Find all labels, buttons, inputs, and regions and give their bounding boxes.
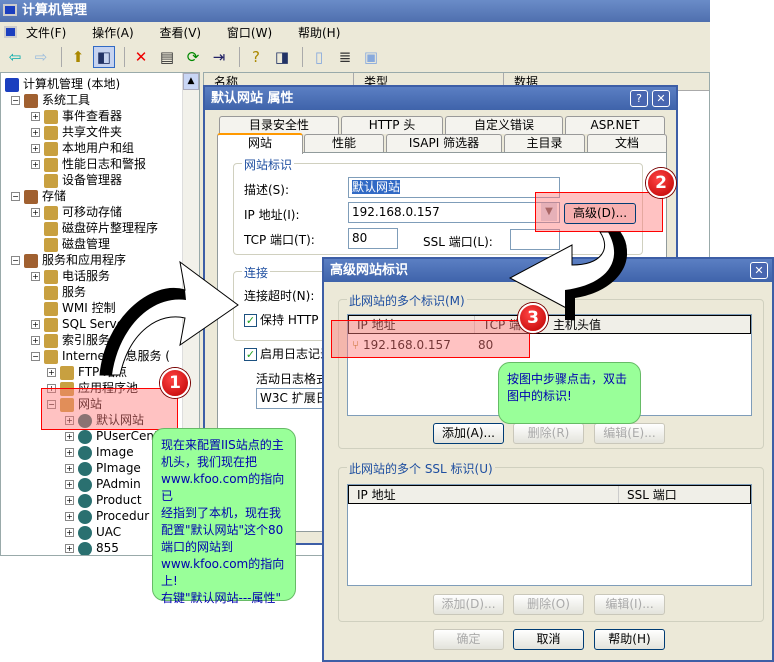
callout-line: www.kfoo.com的指向 xyxy=(161,557,285,571)
callout-bubble-3: 按图中步骤点击，双击 图中的标识! xyxy=(498,362,641,424)
callout-line: 配置"默认网站"这个80 xyxy=(161,523,284,537)
callout-line: 机头，我们现在把 xyxy=(161,455,258,469)
callout-line: 右键"默认网站---属性" xyxy=(161,591,282,605)
highlight-default-website xyxy=(41,388,178,430)
callout-line: 按图中步骤点击，双击 xyxy=(507,372,628,386)
callout-line: 上! xyxy=(161,574,178,588)
callout-line: 现在来配置IIS站点的主 xyxy=(161,438,284,452)
callout-line: 经指到了本机，现在我 xyxy=(161,506,282,520)
step-2-badge: 2 xyxy=(646,168,676,198)
tab-website[interactable]: 网站 xyxy=(217,133,303,154)
step-1-badge: 1 xyxy=(160,368,190,398)
callout-line: 图中的标识! xyxy=(507,389,572,403)
callout-line: 端口的网站到 xyxy=(161,540,234,554)
arrow-1-icon xyxy=(99,260,239,376)
callout-line: www.kfoo.com的指向已 xyxy=(161,472,285,503)
step-3-badge: 3 xyxy=(518,303,548,333)
highlight-identity-row xyxy=(331,320,530,358)
callout-bubble-1: 现在来配置IIS站点的主 机头，我们现在把 www.kfoo.com的指向已经指到了… xyxy=(152,428,296,605)
